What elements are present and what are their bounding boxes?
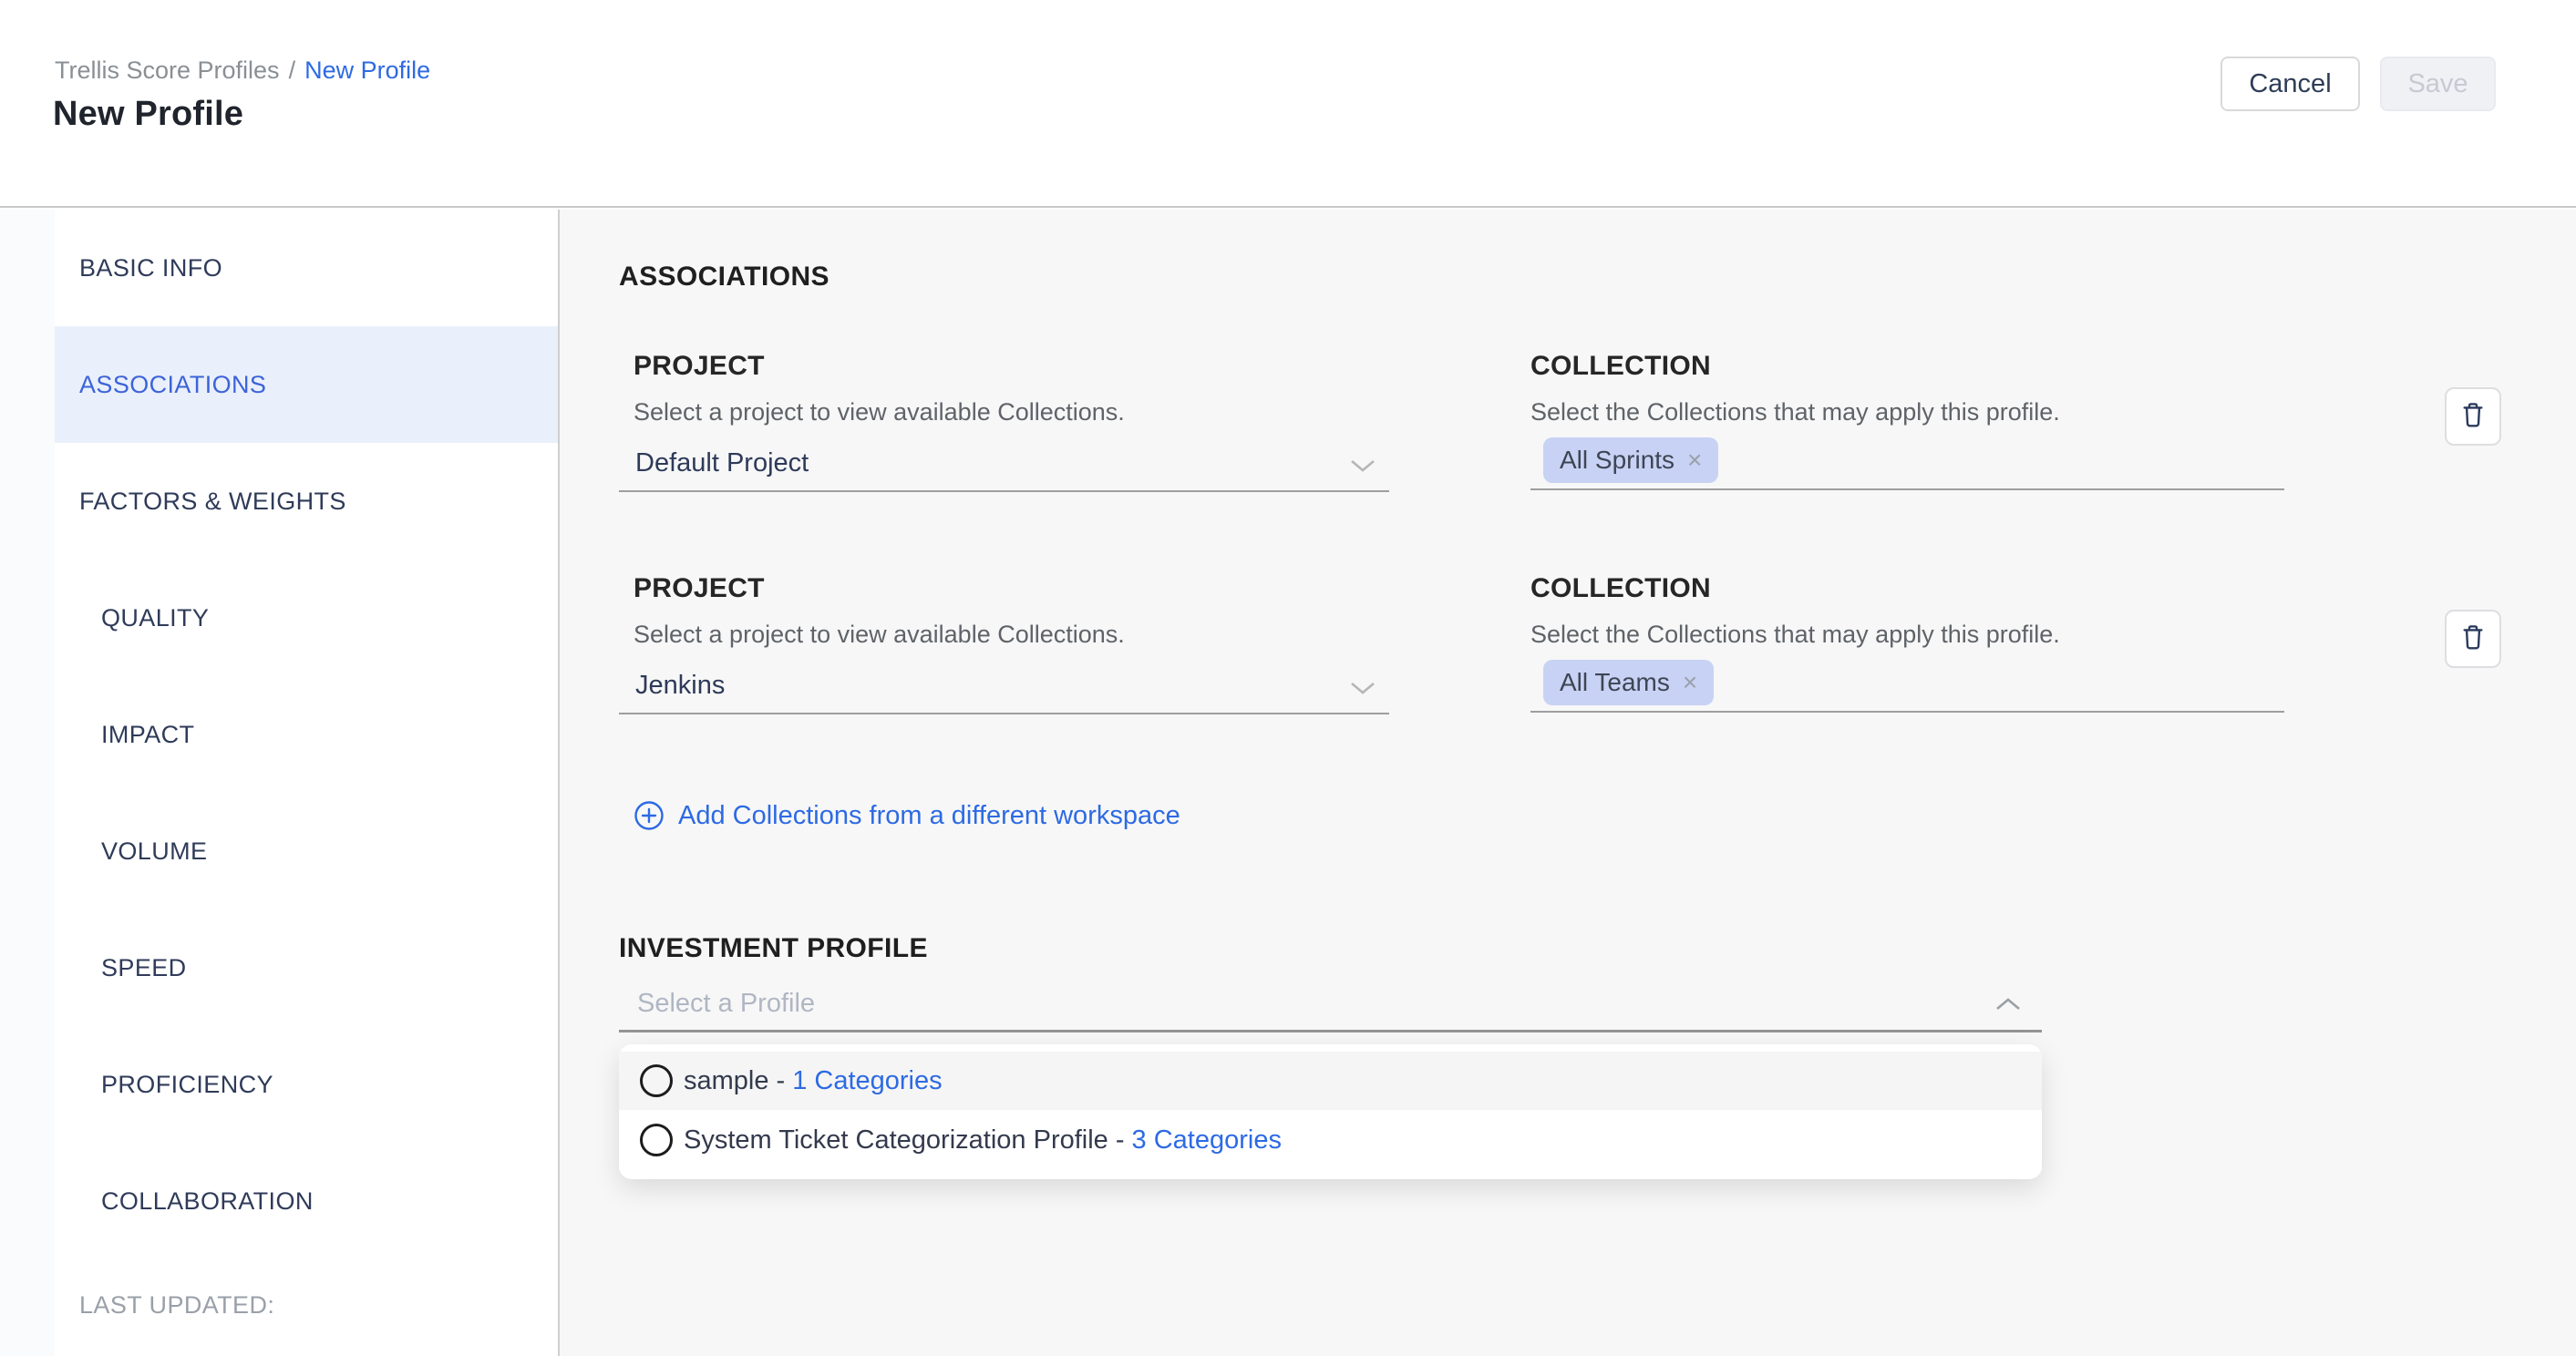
- associations-section-title: ASSOCIATIONS: [619, 262, 829, 293]
- radio-unchecked-icon: [640, 1064, 673, 1097]
- collection-label: COLLECTION: [1530, 351, 1711, 382]
- breadcrumb-separator: /: [289, 56, 296, 84]
- association-row: PROJECT Select a project to view availab…: [619, 563, 2576, 775]
- collection-chip: All Sprints ×: [1543, 437, 1718, 483]
- profile-option-name: System Ticket Categorization Profile -: [684, 1125, 1125, 1156]
- project-select-value: Default Project: [635, 448, 809, 478]
- project-label: PROJECT: [634, 573, 765, 604]
- add-collections-link[interactable]: Add Collections from a different workspa…: [634, 798, 1180, 833]
- sidebar-item-collaboration[interactable]: COLLABORATION: [55, 1143, 558, 1259]
- add-collections-link-label: Add Collections from a different workspa…: [678, 801, 1180, 831]
- collection-label: COLLECTION: [1530, 573, 1711, 604]
- sidebar: BASIC INFO ASSOCIATIONS FACTORS & WEIGHT…: [0, 210, 560, 1356]
- plus-circle-icon: [634, 800, 665, 831]
- investment-profile-placeholder: Select a Profile: [637, 989, 815, 1019]
- chevron-down-icon: [1349, 680, 1376, 701]
- main-content: ASSOCIATIONS PROJECT Select a project to…: [560, 210, 2576, 1356]
- collection-hint: Select the Collections that may apply th…: [1530, 621, 2060, 649]
- chip-remove-icon[interactable]: ×: [1687, 446, 1702, 475]
- chip-remove-icon[interactable]: ×: [1683, 668, 1697, 697]
- sidebar-item-quality[interactable]: QUALITY: [55, 560, 558, 676]
- delete-association-button[interactable]: [2445, 610, 2501, 668]
- sidebar-item-speed[interactable]: SPEED: [55, 909, 558, 1026]
- profile-option-sample[interactable]: sample - 1 Categories: [619, 1052, 2042, 1110]
- profile-option-system-ticket[interactable]: System Ticket Categorization Profile - 3…: [619, 1110, 2042, 1170]
- collection-chip-label: All Teams: [1560, 668, 1670, 697]
- breadcrumb-root-link[interactable]: Trellis Score Profiles: [55, 56, 280, 84]
- collection-chip-label: All Sprints: [1560, 446, 1674, 475]
- profile-option-categories-link[interactable]: 3 Categories: [1132, 1125, 1282, 1156]
- sidebar-item-associations[interactable]: ASSOCIATIONS: [55, 326, 558, 443]
- sidebar-item-last-updated: LAST UPDATED:: [55, 1259, 558, 1351]
- collection-chip: All Teams ×: [1543, 660, 1714, 705]
- cancel-button[interactable]: Cancel: [2221, 56, 2360, 111]
- association-row: PROJECT Select a project to view availab…: [619, 341, 2576, 552]
- sidebar-item-impact[interactable]: IMPACT: [55, 676, 558, 793]
- profile-option-categories-link[interactable]: 1 Categories: [792, 1066, 942, 1096]
- sidebar-item-basic-info[interactable]: BASIC INFO: [55, 210, 558, 326]
- sidebar-rail: [0, 210, 55, 1356]
- profile-option-name: sample -: [684, 1066, 785, 1096]
- save-button[interactable]: Save: [2380, 56, 2496, 111]
- project-select[interactable]: Jenkins: [619, 662, 1389, 714]
- trash-icon: [2458, 399, 2488, 435]
- page-header: Trellis Score Profiles / New Profile New P…: [0, 0, 2576, 208]
- investment-profile-dropdown: sample - 1 Categories System Ticket Cate…: [619, 1044, 2042, 1179]
- chevron-up-icon: [1994, 996, 2022, 1017]
- page-title: New Profile: [53, 95, 243, 134]
- sidebar-nav: BASIC INFO ASSOCIATIONS FACTORS & WEIGHT…: [55, 210, 558, 1351]
- header-actions: Cancel Save: [2221, 56, 2496, 111]
- new-profile-page: Trellis Score Profiles / New Profile New P…: [0, 0, 2576, 1356]
- delete-association-button[interactable]: [2445, 387, 2501, 446]
- chevron-down-icon: [1349, 457, 1376, 478]
- project-hint: Select a project to view available Colle…: [634, 621, 1125, 649]
- collection-select[interactable]: All Sprints ×: [1530, 428, 2284, 490]
- breadcrumb-current-link[interactable]: New Profile: [304, 56, 430, 84]
- investment-profile-select[interactable]: Select a Profile: [619, 980, 2042, 1032]
- trash-icon: [2458, 622, 2488, 657]
- collection-hint: Select the Collections that may apply th…: [1530, 398, 2060, 426]
- radio-unchecked-icon: [640, 1124, 673, 1156]
- sidebar-item-factors-weights[interactable]: FACTORS & WEIGHTS: [55, 443, 558, 560]
- project-select-value: Jenkins: [635, 671, 725, 701]
- breadcrumb: Trellis Score Profiles / New Profile: [55, 56, 430, 85]
- project-hint: Select a project to view available Colle…: [634, 398, 1125, 426]
- page-body: BASIC INFO ASSOCIATIONS FACTORS & WEIGHT…: [0, 210, 2576, 1356]
- sidebar-item-volume[interactable]: VOLUME: [55, 793, 558, 909]
- collection-select[interactable]: All Teams ×: [1530, 651, 2284, 713]
- project-select[interactable]: Default Project: [619, 439, 1389, 492]
- project-label: PROJECT: [634, 351, 765, 382]
- investment-profile-title: INVESTMENT PROFILE: [619, 933, 928, 964]
- sidebar-item-proficiency[interactable]: PROFICIENCY: [55, 1026, 558, 1143]
